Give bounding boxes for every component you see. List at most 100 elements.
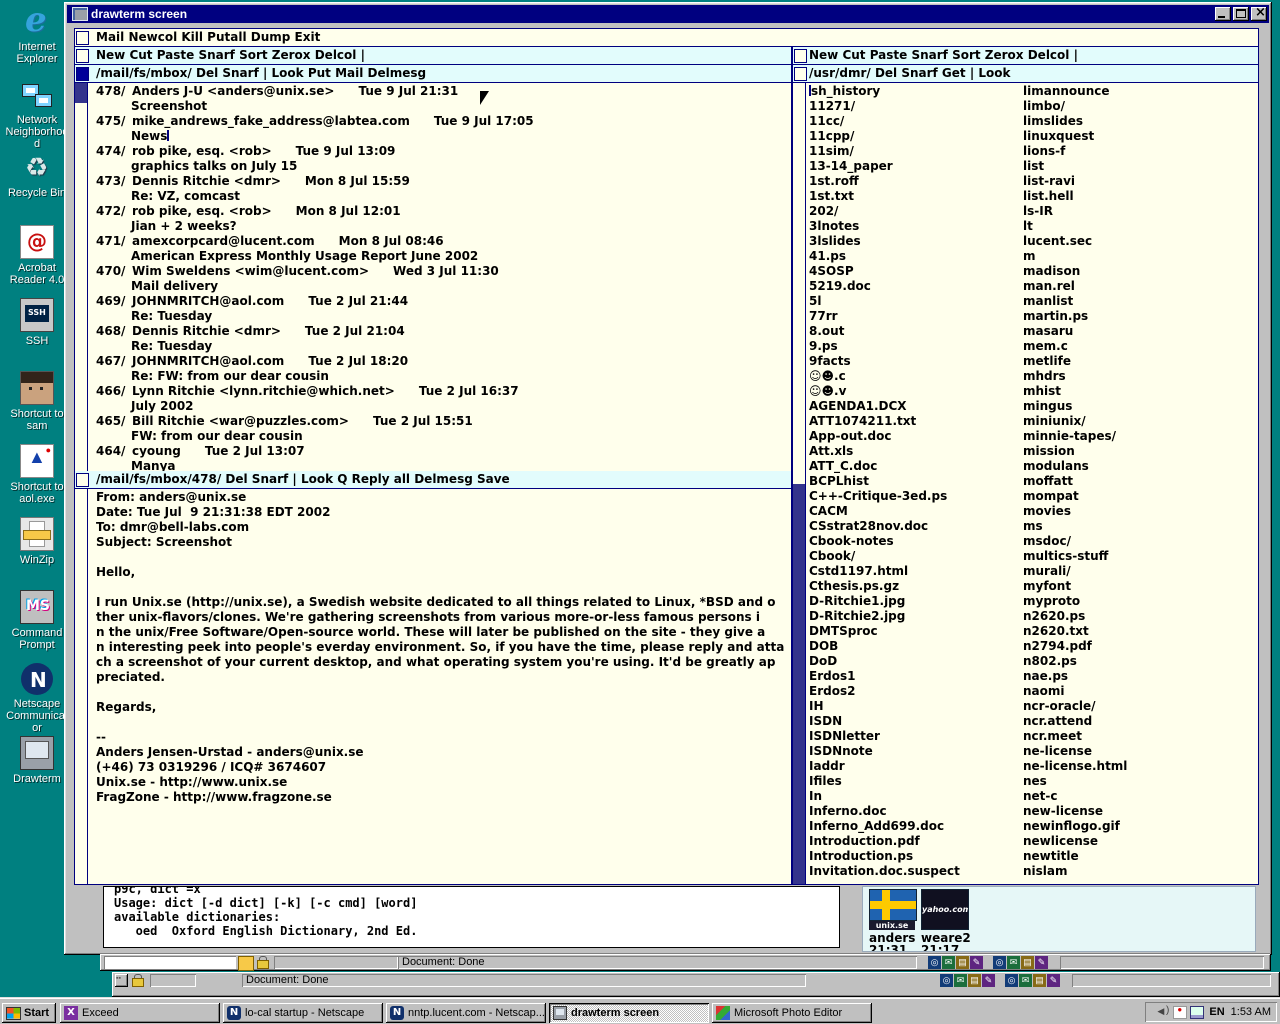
composer-icon[interactable] [982,974,995,987]
acme-main-tag[interactable]: Mail Newcol Kill Putall Dump Exit [75,29,1258,47]
volume-icon[interactable] [1156,1005,1170,1019]
mail-list-entry[interactable]: 472/rob pike, esq. <rob> Mon 8 Jul 12:01 [96,204,791,219]
drag-grip[interactable] [115,974,128,987]
directory-entry[interactable]: movies [1023,504,1257,519]
directory-entry[interactable]: CACM [809,504,1021,519]
directory-entry[interactable]: limslides [1023,114,1257,129]
directory-entry[interactable]: n802.ps [1023,654,1257,669]
navigator-icon[interactable] [1005,974,1018,987]
composer-icon[interactable] [1035,956,1048,969]
mailbox-dirty-box[interactable] [76,67,89,81]
directory-entry[interactable]: list.hell [1023,189,1257,204]
directory-entry[interactable]: ne-license [1023,744,1257,759]
directory-entry[interactable]: multics-stuff [1023,549,1257,564]
mail-list-entry[interactable]: 468/Dennis Ritchie <dmr> Tue 2 Jul 21:04 [96,324,791,339]
directory-entry[interactable]: minnie-tapes/ [1023,429,1257,444]
directory-entry[interactable]: Cbook/ [809,549,1021,564]
face-entry[interactable]: unix.se anders 21:31 [869,889,917,951]
directory-entry[interactable]: AGENDA1.DCX [809,399,1021,414]
directory-entry[interactable]: Inferno_Add699.doc [809,819,1021,834]
directory-entry[interactable]: 3lnotes [809,219,1021,234]
directory-entry[interactable]: 1st.txt [809,189,1021,204]
directory-entry[interactable]: n2620.ps [1023,609,1257,624]
directory-entry[interactable]: n2794.pdf [1023,639,1257,654]
desktop-icon-ssh[interactable]: SSH [4,298,70,347]
directory-scrollbar[interactable] [793,83,806,884]
message-scrollbar[interactable] [75,489,88,884]
directory-entry[interactable]: Inferno.doc [809,804,1021,819]
directory-entry[interactable]: nes [1023,774,1257,789]
directory-entry[interactable]: Iaddr [809,759,1021,774]
directory-entry[interactable]: linuxquest [1023,129,1257,144]
message-text-line[interactable]: -- [96,730,791,745]
directory-entry[interactable]: newinflogo.gif [1023,819,1257,834]
message-scrollbar-thumb[interactable] [75,489,87,884]
acme-main-tag-box[interactable] [76,31,89,45]
directory-entry[interactable]: net-c [1023,789,1257,804]
inbox-icon[interactable] [954,974,967,987]
directory-entry[interactable]: list-ravi [1023,174,1257,189]
directory-entry[interactable]: 202/ [809,204,1021,219]
taskbar-item-netscape-1[interactable]: lo-cal startup - Netscape [223,1003,383,1023]
message-text-line[interactable]: (+46) 73 0319296 / ICQ# 3674607 [96,760,791,775]
left-column-tag[interactable]: New Cut Paste Snarf Sort Zerox Delcol | [75,47,791,65]
directory-entry[interactable]: metlife [1023,354,1257,369]
directory-entry[interactable]: 4SOSP [809,264,1021,279]
directory-entry[interactable]: DoD [809,654,1021,669]
directory-entry[interactable]: mhist [1023,384,1257,399]
message-text-line[interactable] [96,550,791,565]
message-text-line[interactable]: Unix.se - http://www.unix.se [96,775,791,790]
directory-entry[interactable]: mingus [1023,399,1257,414]
mail-list-entry[interactable]: 464/cyoung Tue 2 Jul 13:07 [96,444,791,459]
mail-subject[interactable]: Re: Tuesday [96,339,791,354]
directory-entry[interactable]: Invitation.doc.suspect [809,864,1021,879]
taskbar-item-exceed[interactable]: Exceed [60,1003,220,1023]
padlock-icon[interactable] [131,974,145,987]
dict-terminal-window[interactable]: p9c, dict =x Usage: dict [-d dict] [-k] [… [103,886,840,948]
directory-entry[interactable]: 11sim/ [809,144,1021,159]
directory-entry[interactable]: Introduction.pdf [809,834,1021,849]
message-text-line[interactable]: n interesting peek into people's everday… [96,640,791,655]
directory-entry[interactable]: nislam [1023,864,1257,879]
message-window-tag[interactable]: /mail/fs/mbox/478/ Del Snarf | Look Q Re… [75,471,791,489]
directory-scrollbar-thumb[interactable] [793,83,805,484]
face-entry[interactable]: yahoo.com weare2 21:17 [921,889,971,951]
directory-entry[interactable]: mompat [1023,489,1257,504]
window-titlebar[interactable]: drawterm screen [67,5,1269,23]
message-text-line[interactable]: Anders Jensen-Urstad - anders@unix.se [96,745,791,760]
directory-entry[interactable]: myfont [1023,579,1257,594]
directory-entry[interactable]: CSstrat28nov.doc [809,519,1021,534]
directory-entry[interactable]: lucent.sec [1023,234,1257,249]
right-column-tag-box[interactable] [794,49,807,63]
directory-entry[interactable]: App-out.doc [809,429,1021,444]
directory-entry[interactable]: mhdrs [1023,369,1257,384]
desktop-icon-shortcut-sam[interactable]: Shortcut to sam [4,371,70,432]
mail-list-entry[interactable]: 469/JOHNMRITCH@aol.com Tue 2 Jul 21:44 [96,294,791,309]
directory-entry[interactable]: limannounce [1023,84,1257,99]
mail-subject[interactable]: July 2002 [96,399,791,414]
directory-entry[interactable]: ncr.meet [1023,729,1257,744]
directory-entry[interactable]: modulans [1023,459,1257,474]
close-button[interactable] [1251,6,1267,21]
mail-list-entry[interactable]: 471/amexcorpcard@lucent.com Mon 8 Jul 08:… [96,234,791,249]
folder-icon[interactable] [238,956,254,971]
mailbox-scrollbar[interactable] [75,83,88,471]
newsgroups-icon[interactable] [968,974,981,987]
directory-entry[interactable]: mission [1023,444,1257,459]
directory-entry[interactable]: nae.ps [1023,669,1257,684]
directory-entry[interactable]: lions-f [1023,144,1257,159]
desktop-icon-shortcut-aol[interactable]: Shortcut to aol.exe [4,444,70,505]
message-text-line[interactable]: I run Unix.se (http://unix.se), a Swedis… [96,595,791,610]
message-text-line[interactable] [96,715,791,730]
mail-list-entry[interactable]: 473/Dennis Ritchie <dmr> Mon 8 Jul 15:59 [96,174,791,189]
desktop-icon-winzip[interactable]: WinZip [4,517,70,566]
directory-entry[interactable]: naomi [1023,684,1257,699]
mail-list-entry[interactable]: 474/rob pike, esq. <rob> Tue 9 Jul 13:09 [96,144,791,159]
inbox-icon[interactable] [1007,956,1020,969]
acme-main-tag-text[interactable]: Mail Newcol Kill Putall Dump Exit [96,29,320,46]
directory-entry[interactable]: ☺☻.v [809,384,1021,399]
message-dirty-box[interactable] [76,473,89,487]
directory-entry[interactable]: ms [1023,519,1257,534]
directory-entry[interactable]: limbo/ [1023,99,1257,114]
directory-entry[interactable]: masaru [1023,324,1257,339]
